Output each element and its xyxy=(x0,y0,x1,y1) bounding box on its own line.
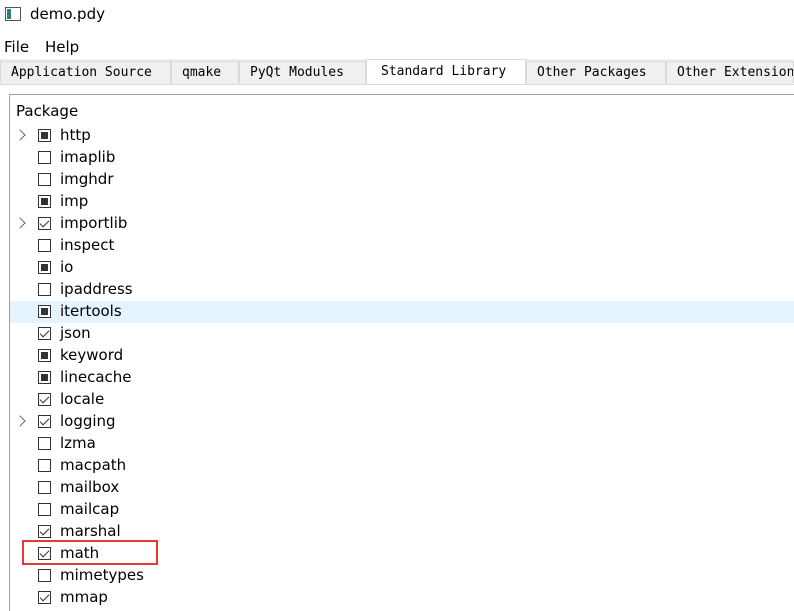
tree-row-itertools[interactable]: itertools xyxy=(10,301,794,323)
package-label: lzma xyxy=(60,434,96,452)
checkbox-ipaddress[interactable] xyxy=(38,283,51,296)
tree-row-io[interactable]: io xyxy=(10,257,794,279)
tab-pyqt-modules[interactable]: PyQt Modules xyxy=(239,61,366,83)
package-label: macpath xyxy=(60,456,127,474)
package-label: io xyxy=(60,258,74,276)
package-label: linecache xyxy=(60,368,132,386)
column-header-package[interactable]: Package xyxy=(16,102,78,120)
checkbox-mailcap[interactable] xyxy=(38,503,51,516)
package-label: itertools xyxy=(60,302,122,320)
annotation-highlight-box xyxy=(22,540,158,565)
menu-bar: File Help xyxy=(0,36,794,58)
tree-row-linecache[interactable]: linecache xyxy=(10,367,794,389)
checkbox-logging[interactable] xyxy=(38,415,51,428)
tree-row-keyword[interactable]: keyword xyxy=(10,345,794,367)
checkbox-imaplib[interactable] xyxy=(38,151,51,164)
checkbox-locale[interactable] xyxy=(38,393,51,406)
menu-file[interactable]: File xyxy=(4,38,29,56)
package-label: imp xyxy=(60,192,89,210)
app-icon xyxy=(5,7,21,21)
tree-row-mailcap[interactable]: mailcap xyxy=(10,499,794,521)
checkbox-mimetypes[interactable] xyxy=(38,569,51,582)
tree-row-http[interactable]: http xyxy=(10,125,794,147)
tree-row-ipaddress[interactable]: ipaddress xyxy=(10,279,794,301)
expand-chevron-icon[interactable] xyxy=(14,415,26,427)
package-label: json xyxy=(60,324,91,342)
package-label: imaplib xyxy=(60,148,116,166)
checkbox-imp[interactable] xyxy=(38,195,51,208)
package-label: http xyxy=(60,126,91,144)
package-label: logging xyxy=(60,412,116,430)
tab-application-source[interactable]: Application Source xyxy=(0,61,171,83)
title-bar: demo.pdy xyxy=(0,0,794,30)
package-label: locale xyxy=(60,390,105,408)
tab-qmake[interactable]: qmake xyxy=(171,61,239,83)
package-label: importlib xyxy=(60,214,128,232)
package-label: mailcap xyxy=(60,500,120,518)
checkbox-macpath[interactable] xyxy=(38,459,51,472)
tree-row-locale[interactable]: locale xyxy=(10,389,794,411)
checkbox-marshal[interactable] xyxy=(38,525,51,538)
package-label: imghdr xyxy=(60,170,114,188)
expand-chevron-icon[interactable] xyxy=(14,217,26,229)
package-tree[interactable]: Package http imaplib imghdr imp importlib ins… xyxy=(9,94,794,611)
checkbox-inspect[interactable] xyxy=(38,239,51,252)
package-label: mimetypes xyxy=(60,566,144,584)
tab-other-extensions[interactable]: Other Extensions xyxy=(666,61,794,83)
checkbox-io[interactable] xyxy=(38,261,51,274)
tree-row-macpath[interactable]: macpath xyxy=(10,455,794,477)
tree-row-importlib[interactable]: importlib xyxy=(10,213,794,235)
checkbox-mmap[interactable] xyxy=(38,591,51,604)
checkbox-lzma[interactable] xyxy=(38,437,51,450)
tree-row-lzma[interactable]: lzma xyxy=(10,433,794,455)
tree-row-mmap[interactable]: mmap xyxy=(10,587,794,609)
package-label: inspect xyxy=(60,236,115,254)
checkbox-keyword[interactable] xyxy=(38,349,51,362)
checkbox-itertools[interactable] xyxy=(38,305,51,318)
tree-row-imghdr[interactable]: imghdr xyxy=(10,169,794,191)
window-title: demo.pdy xyxy=(30,5,105,23)
tree-row-logging[interactable]: logging xyxy=(10,411,794,433)
expand-chevron-icon[interactable] xyxy=(14,129,26,141)
tab-bar: Application Source qmake PyQt Modules St… xyxy=(0,59,794,85)
tree-row-inspect[interactable]: inspect xyxy=(10,235,794,257)
checkbox-linecache[interactable] xyxy=(38,371,51,384)
tree-row-imaplib[interactable]: imaplib xyxy=(10,147,794,169)
package-label: mmap xyxy=(60,588,108,606)
package-label: ipaddress xyxy=(60,280,133,298)
tree-row-mimetypes[interactable]: mimetypes xyxy=(10,565,794,587)
package-label: mailbox xyxy=(60,478,120,496)
tab-other-packages[interactable]: Other Packages xyxy=(526,61,666,83)
checkbox-mailbox[interactable] xyxy=(38,481,51,494)
menu-help[interactable]: Help xyxy=(45,38,79,56)
checkbox-json[interactable] xyxy=(38,327,51,340)
tab-standard-library[interactable]: Standard Library xyxy=(366,59,526,84)
checkbox-imghdr[interactable] xyxy=(38,173,51,186)
package-label: keyword xyxy=(60,346,124,364)
tree-row-imp[interactable]: imp xyxy=(10,191,794,213)
tree-row-mailbox[interactable]: mailbox xyxy=(10,477,794,499)
checkbox-importlib[interactable] xyxy=(38,217,51,230)
checkbox-http[interactable] xyxy=(38,129,51,142)
package-label: marshal xyxy=(60,522,121,540)
tree-row-json[interactable]: json xyxy=(10,323,794,345)
